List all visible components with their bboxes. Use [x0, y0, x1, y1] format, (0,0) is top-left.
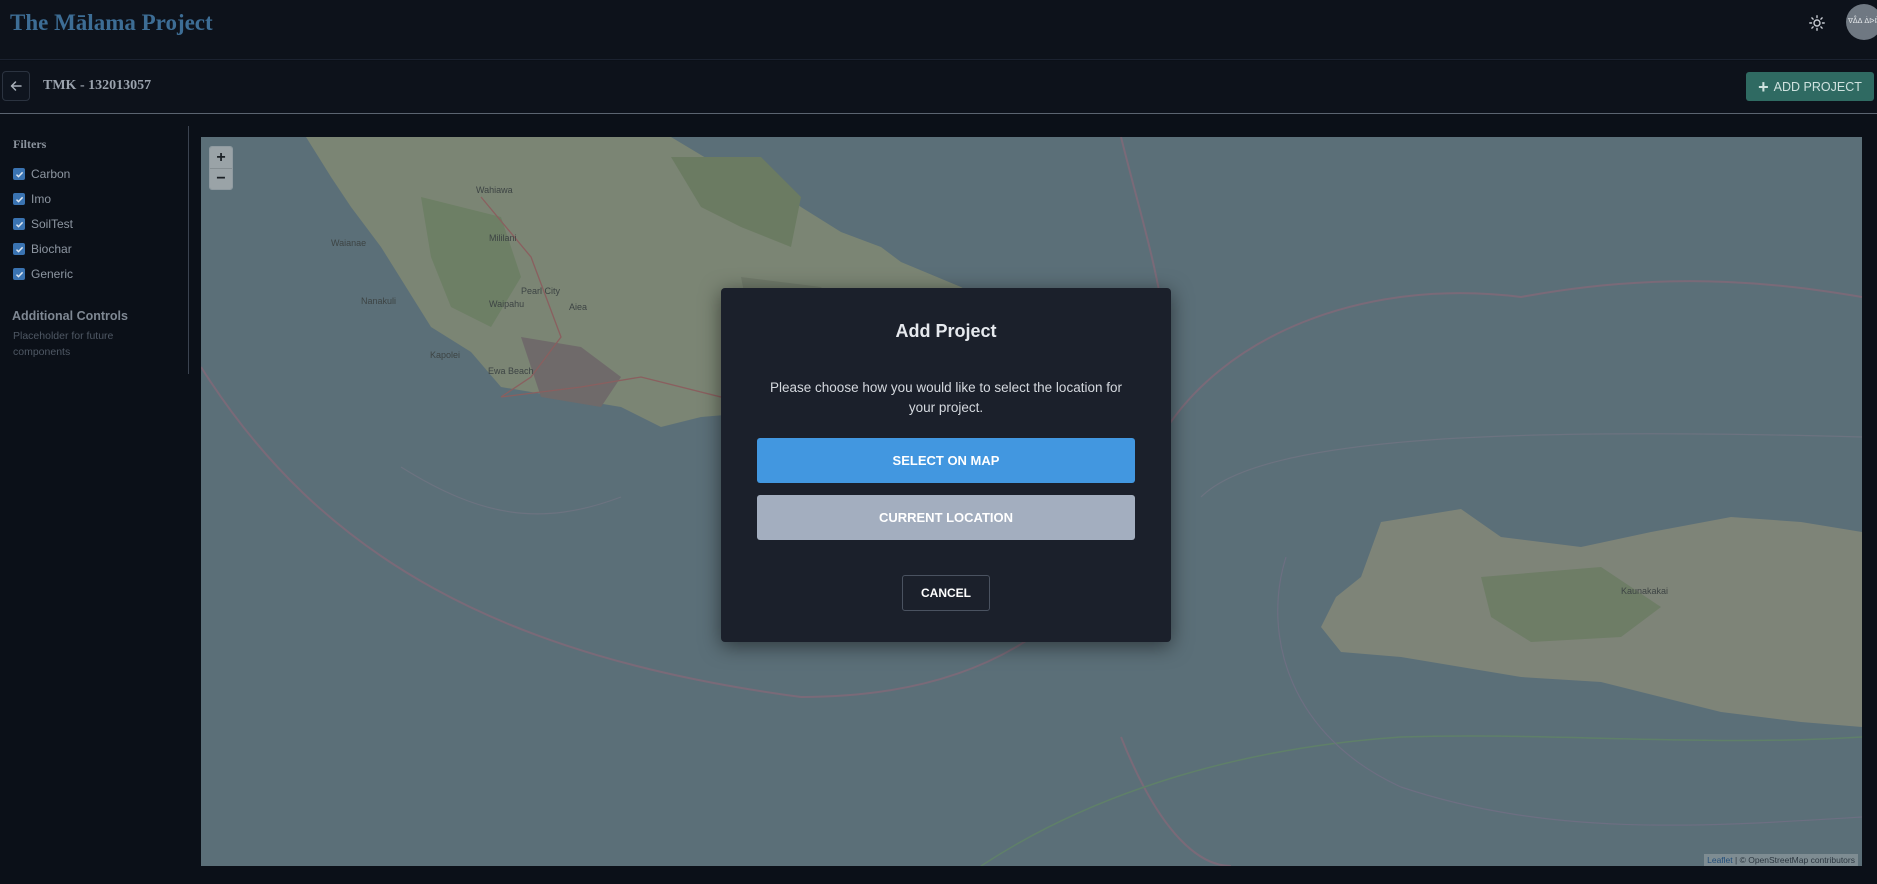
theme-toggle-button[interactable] [1806, 12, 1828, 34]
checkbox-checked[interactable] [13, 193, 25, 205]
arrow-left-icon [10, 81, 22, 91]
page-toolbar: TMK - 132013057 + ADD PROJECT [0, 61, 1877, 114]
map-label: Nanakuli [361, 296, 397, 306]
add-project-label: ADD PROJECT [1773, 79, 1862, 94]
filter-label: Biochar [31, 242, 72, 256]
filter-label: Carbon [31, 167, 71, 181]
zoom-out-button[interactable]: − [210, 168, 232, 189]
add-project-button[interactable]: + ADD PROJECT [1746, 72, 1874, 101]
zoom-control: + − [209, 146, 233, 190]
leaflet-link[interactable]: Leaflet [1707, 855, 1733, 865]
check-icon [15, 171, 23, 178]
filter-label: SoilTest [31, 217, 74, 231]
current-location-button[interactable]: CURRENT LOCATION [757, 495, 1135, 540]
dialog-description: Please choose how you would like to sele… [770, 380, 1122, 415]
filter-generic[interactable]: Generic [13, 267, 73, 281]
add-project-dialog: Add Project Please choose how you would … [721, 288, 1171, 642]
zoom-in-button[interactable]: + [210, 147, 232, 168]
map-label: Kapolei [430, 350, 461, 360]
check-icon [15, 246, 23, 253]
avatar-text: ᐁᐂᐃ ᐄᐅᐆ [1848, 18, 1877, 25]
page-title: TMK - 132013057 [43, 78, 152, 93]
osm-attribution: | © OpenStreetMap contributors [1732, 855, 1855, 865]
filter-carbon[interactable]: Carbon [13, 167, 70, 181]
map-label: Aiea [569, 302, 588, 312]
user-avatar[interactable]: ᐁᐂᐃ ᐄᐅᐆ [1846, 4, 1877, 40]
plus-icon: + [1758, 76, 1769, 97]
checkbox-checked[interactable] [13, 243, 25, 255]
map-label: Kaunakakai [1621, 586, 1669, 596]
filter-imo[interactable]: Imo [13, 192, 51, 206]
filter-label: Generic [31, 267, 74, 281]
map-label: Mililani [489, 233, 517, 243]
select-on-map-button[interactable]: SELECT ON MAP [757, 438, 1135, 483]
checkbox-checked[interactable] [13, 168, 25, 180]
brand-title[interactable]: The Mālama Project [10, 10, 213, 36]
checkbox-checked[interactable] [13, 218, 25, 230]
filter-biochar[interactable]: Biochar [13, 242, 72, 256]
sun-icon [1809, 15, 1825, 31]
filters-heading: Filters [13, 137, 47, 151]
additional-controls-description: Placeholder for future components [13, 330, 114, 358]
map-label: Waipahu [489, 299, 525, 309]
map-attribution: Leaflet | © OpenStreetMap contributors [1704, 854, 1858, 866]
checkbox-checked[interactable] [13, 268, 25, 280]
filters-sidebar: Filters Carbon Imo SoilTest Biochar Gene… [0, 126, 189, 374]
check-icon [15, 196, 23, 203]
dialog-title: Add Project [895, 321, 997, 341]
top-app-bar: The Mālama Project ᐁᐂᐃ ᐄᐅᐆ [0, 0, 1877, 60]
cancel-button[interactable]: CANCEL [902, 575, 990, 611]
filter-soiltest[interactable]: SoilTest [13, 217, 73, 231]
filter-label: Imo [31, 192, 52, 206]
check-icon [15, 221, 23, 228]
check-icon [15, 271, 23, 278]
map-label: Pearl City [521, 286, 561, 296]
map-label: Ewa Beach [488, 366, 534, 376]
additional-controls-heading: Additional Controls [12, 309, 128, 323]
map-label: Wahiawa [476, 185, 513, 195]
back-button[interactable] [2, 71, 30, 101]
map-label: Waianae [331, 238, 367, 248]
